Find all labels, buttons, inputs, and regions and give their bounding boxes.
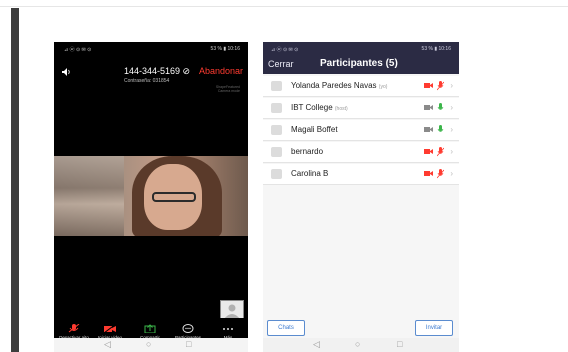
participant-tag: (host) [334, 106, 348, 112]
participant-name-cell: Magali Boffet [291, 125, 338, 134]
participant-name-cell: bernardo [291, 147, 323, 156]
participant-glasses [152, 192, 196, 202]
participant-name: IBT College [291, 103, 333, 112]
chats-button[interactable]: Chats [267, 320, 305, 336]
android-nav-bar-right: ◁ ○ □ [263, 338, 459, 352]
brand-watermark: ShapeFeatured Camera mode [215, 85, 240, 93]
mic-icon [437, 125, 444, 132]
status-battery-time: 53 % ▮ 10:16 [421, 46, 451, 52]
more-icon [223, 328, 233, 330]
mic-muted-icon [437, 169, 444, 179]
participant-name: bernardo [291, 147, 324, 156]
participant-name-cell: Carolina B [291, 169, 328, 178]
avatar-icon [271, 103, 282, 113]
participant-row[interactable]: Magali Boffet › [263, 120, 459, 141]
avatar-icon [271, 169, 282, 179]
mic-icon [437, 103, 444, 110]
background-shelf [54, 156, 124, 236]
nav-home-button[interactable]: ○ [146, 339, 151, 349]
avatar-icon [224, 304, 240, 319]
participants-footer: Chats Invitar [263, 318, 459, 338]
speaker-icon[interactable] [62, 68, 72, 76]
participant-name-cell: Yolanda Paredes Navas (yo) [291, 81, 387, 90]
status-icons: ⊿ ⓦ ⊙ ✉ ⊙ [271, 47, 299, 53]
left-frame-bar [11, 8, 19, 352]
participant-video [54, 156, 248, 236]
video-off-icon [424, 171, 433, 176]
close-button[interactable]: Cerrar [268, 59, 294, 69]
chevron-right-icon: › [450, 169, 453, 178]
participant-row[interactable]: Yolanda Paredes Navas (yo) › [263, 76, 459, 97]
top-divider [0, 6, 568, 7]
participants-header: ⊿ ⓦ ⊙ ✉ ⊙ 53 % ▮ 10:16 Cerrar Participan… [263, 42, 459, 74]
chevron-right-icon: › [450, 103, 453, 112]
invite-button[interactable]: Invitar [415, 320, 453, 336]
leave-button[interactable]: Abandonar [199, 66, 243, 76]
video-off-icon [424, 105, 433, 110]
video-off-icon [424, 83, 433, 88]
participants-list: Yolanda Paredes Navas (yo) › IBT College… [263, 76, 459, 186]
participant-row[interactable]: IBT College (host) › [263, 98, 459, 119]
nav-recents-button[interactable]: □ [186, 339, 191, 349]
mic-muted-icon [437, 81, 444, 91]
android-nav-bar-left: ◁ ○ □ [54, 338, 248, 352]
avatar-icon [271, 125, 282, 135]
video-icon [424, 127, 433, 132]
avatar-icon [271, 147, 282, 157]
nav-recents-button[interactable]: □ [397, 339, 402, 349]
participant-name: Carolina B [291, 169, 329, 178]
participants-icon [182, 324, 194, 333]
nav-home-button[interactable]: ○ [355, 339, 360, 349]
participants-title: Participantes (5) [320, 58, 398, 69]
mic-muted-icon [68, 324, 80, 333]
participant-tag: (yo) [378, 84, 388, 90]
participant-name: Yolanda Paredes Navas [291, 81, 377, 90]
meeting-id[interactable]: 144-344-5169 ⊘ [124, 66, 190, 77]
chevron-right-icon: › [450, 81, 453, 90]
meeting-password: Contraseña: 031854 [124, 78, 170, 84]
share-icon [144, 324, 156, 333]
status-icons: ⊿ ⓦ ⊙ ✉ ⊙ [64, 47, 92, 53]
participant-name: Magali Boffet [291, 125, 338, 134]
mic-muted-icon [437, 147, 444, 157]
chevron-right-icon: › [450, 125, 453, 134]
status-bar: ⊿ ⓦ ⊙ ✉ ⊙ 53 % ▮ 10:16 [271, 46, 451, 53]
video-off-icon [424, 149, 433, 154]
video-off-icon [104, 324, 116, 333]
chevron-right-icon: › [450, 147, 453, 156]
participants-screen: ⊿ ⓦ ⊙ ✉ ⊙ 53 % ▮ 10:16 Cerrar Participan… [263, 42, 459, 352]
participant-row[interactable]: Carolina B › [263, 164, 459, 185]
participant-name-cell: IBT College (host) [291, 103, 348, 112]
meeting-screen: ⊿ ⓦ ⊙ ✉ ⊙ 53 % ▮ 10:16 144-344-5169 ⊘ Co… [54, 42, 248, 342]
nav-back-button[interactable]: ◁ [313, 339, 320, 350]
participant-row[interactable]: bernardo › [263, 142, 459, 163]
self-view-thumbnail[interactable] [220, 300, 244, 320]
nav-back-button[interactable]: ◁ [104, 339, 111, 350]
avatar-icon [271, 81, 282, 91]
status-battery-time: 53 % ▮ 10:16 [210, 46, 240, 52]
status-bar: ⊿ ⓦ ⊙ ✉ ⊙ 53 % ▮ 10:16 [54, 46, 248, 54]
